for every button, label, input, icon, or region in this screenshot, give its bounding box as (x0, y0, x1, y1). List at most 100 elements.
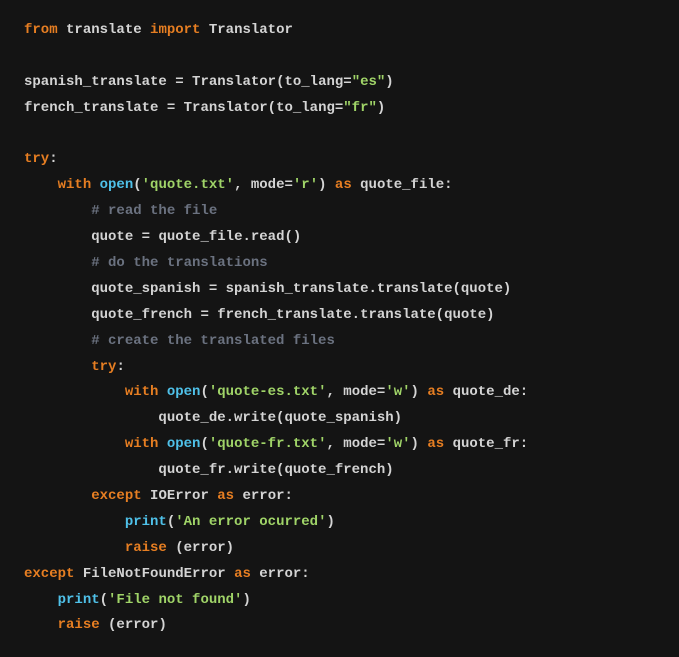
space (91, 177, 99, 193)
string-literal: 'w' (385, 436, 410, 452)
keyword-as: as (427, 436, 444, 452)
space (142, 488, 150, 504)
operator: = (200, 307, 217, 323)
code-block: from translate import Translator spanish… (0, 0, 679, 657)
variable: quote (91, 229, 141, 245)
colon: : (301, 566, 309, 582)
colon: : (49, 151, 57, 167)
space (74, 566, 82, 582)
builtin-open: open (167, 384, 201, 400)
class-name: Translator (209, 22, 293, 38)
module-name: translate (66, 22, 142, 38)
space (444, 436, 452, 452)
paren: ( (133, 177, 141, 193)
builtin-print: print (58, 592, 100, 608)
colon: : (116, 359, 124, 375)
kwarg: mode (343, 384, 377, 400)
variable: quote_de (453, 384, 520, 400)
space (352, 177, 360, 193)
space (327, 177, 335, 193)
builtin-open: open (167, 436, 201, 452)
class-call: Translator (192, 74, 276, 90)
string-literal: 'w' (385, 384, 410, 400)
expression: french_translate.translate(quote) (217, 307, 494, 323)
paren: ) (326, 514, 334, 530)
variable: quote_fr (453, 436, 520, 452)
builtin-open: open (100, 177, 134, 193)
statement: quote_de.write(quote_spanish) (158, 410, 402, 426)
space (158, 436, 166, 452)
keyword-with: with (58, 177, 92, 193)
statement: quote_fr.write(quote_french) (158, 462, 393, 478)
space (209, 488, 217, 504)
exception-name: FileNotFoundError (83, 566, 226, 582)
operator: = (284, 177, 292, 193)
expression: spanish_translate.translate(quote) (226, 281, 512, 297)
paren: ) (411, 384, 419, 400)
string-literal: 'An error ocurred' (175, 514, 326, 530)
variable: spanish_translate (24, 74, 175, 90)
expression: (error) (108, 617, 167, 633)
comma: , (326, 384, 343, 400)
colon: : (285, 488, 293, 504)
keyword-except: except (91, 488, 141, 504)
paren: ( (200, 384, 208, 400)
keyword-except: except (24, 566, 74, 582)
string-literal: 'r' (293, 177, 318, 193)
string-literal: 'quote.txt' (142, 177, 234, 193)
colon: : (444, 177, 452, 193)
operator: = (142, 229, 159, 245)
builtin-print: print (125, 514, 167, 530)
keyword-from: from (24, 22, 58, 38)
comment: # read the file (91, 203, 217, 219)
keyword-as: as (217, 488, 234, 504)
string-literal: 'File not found' (108, 592, 242, 608)
string-literal: "es" (352, 74, 386, 90)
comma: , (234, 177, 251, 193)
variable: quote_file (360, 177, 444, 193)
space (158, 384, 166, 400)
string-literal: 'quote-es.txt' (209, 384, 327, 400)
kwarg: mode (343, 436, 377, 452)
keyword-raise: raise (125, 540, 167, 556)
kwarg: to_lang (284, 74, 343, 90)
keyword-try: try (24, 151, 49, 167)
paren: ) (242, 592, 250, 608)
operator: = (175, 74, 192, 90)
space (226, 566, 234, 582)
paren: ) (318, 177, 326, 193)
paren: ) (385, 74, 393, 90)
colon: : (520, 384, 528, 400)
exception-name: IOError (150, 488, 209, 504)
space (100, 617, 108, 633)
comma: , (326, 436, 343, 452)
space (167, 540, 175, 556)
space (444, 384, 452, 400)
variable: french_translate (24, 100, 167, 116)
variable: quote_spanish (91, 281, 209, 297)
colon: : (520, 436, 528, 452)
kwarg: mode (251, 177, 285, 193)
string-literal: "fr" (343, 100, 377, 116)
operator: = (209, 281, 226, 297)
operator: = (167, 100, 184, 116)
paren: ( (100, 592, 108, 608)
keyword-with: with (125, 384, 159, 400)
kwarg: to_lang (276, 100, 335, 116)
comment: # create the translated files (91, 333, 335, 349)
paren: ( (268, 100, 276, 116)
operator: = (343, 74, 351, 90)
expression: (error) (175, 540, 234, 556)
keyword-as: as (427, 384, 444, 400)
keyword-raise: raise (58, 617, 100, 633)
keyword-with: with (125, 436, 159, 452)
variable: error (259, 566, 301, 582)
keyword-as: as (234, 566, 251, 582)
keyword-as: as (335, 177, 352, 193)
paren: ( (200, 436, 208, 452)
class-call: Translator (184, 100, 268, 116)
variable: quote_french (91, 307, 200, 323)
string-literal: 'quote-fr.txt' (209, 436, 327, 452)
paren: ) (411, 436, 419, 452)
paren: ( (167, 514, 175, 530)
